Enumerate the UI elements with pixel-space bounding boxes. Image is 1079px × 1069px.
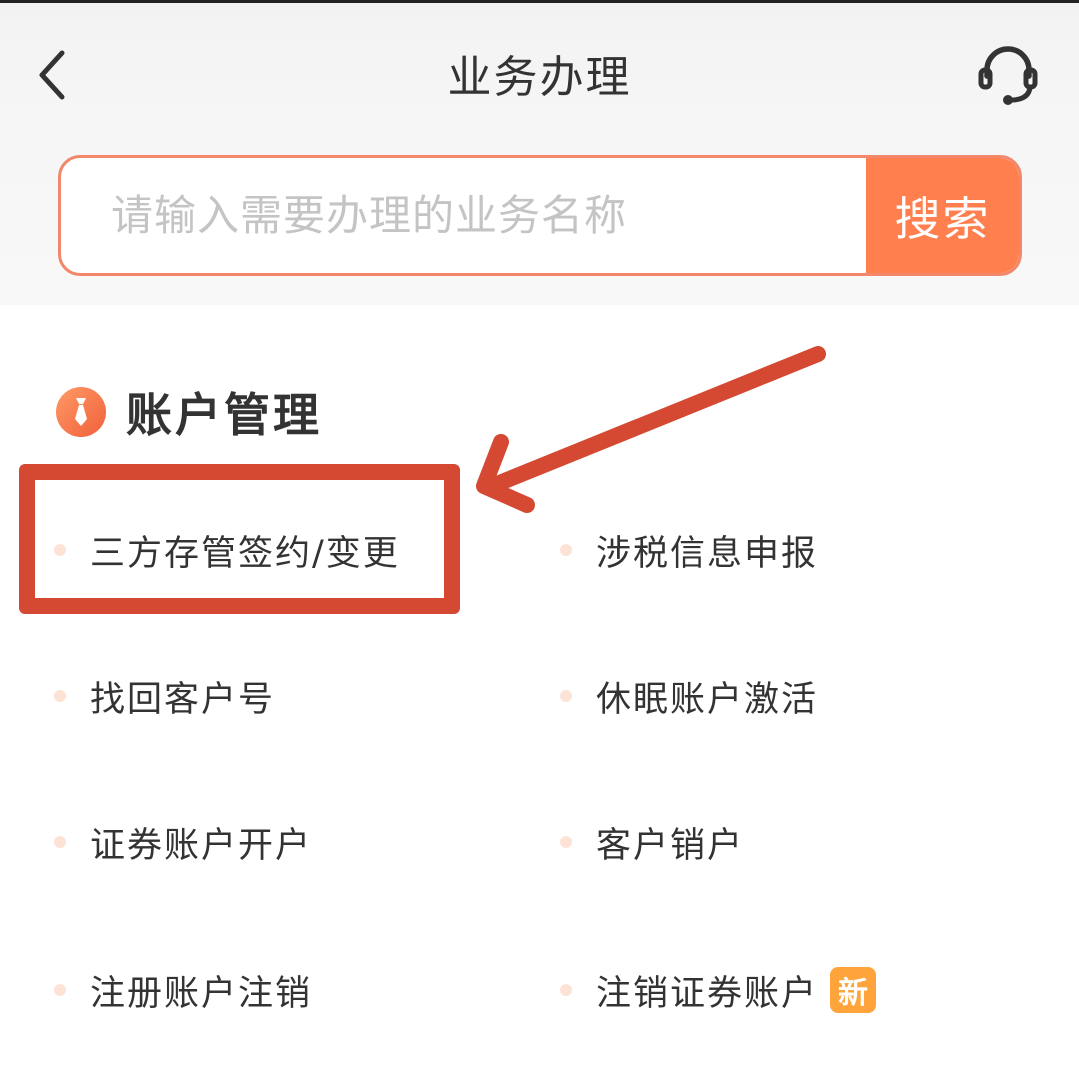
service-item-label: 注销证券账户: [596, 973, 819, 1014]
service-item-cancel-registered-account[interactable]: 注册账户注销: [54, 960, 312, 1020]
service-item-dormant-account-activation[interactable]: 休眠账户激活: [560, 666, 818, 726]
service-item-label: 三方存管签约/变更: [90, 533, 400, 574]
service-item-retrieve-customer-id[interactable]: 找回客户号: [54, 666, 275, 726]
bullet-dot: [560, 690, 572, 702]
page-title: 业务办理: [447, 52, 632, 103]
service-item-third-party-custody[interactable]: 三方存管签约/变更: [54, 520, 400, 580]
search-bar: 搜索: [58, 155, 1022, 276]
nav-bar: 业务办理: [0, 3, 1079, 128]
customer-service-button[interactable]: [968, 35, 1048, 115]
bullet-dot: [54, 544, 66, 556]
new-badge: 新: [830, 967, 877, 1013]
search-input[interactable]: [61, 158, 869, 273]
business-handling-page: 业务办理 搜索 账户管理 三方存管签约/变更 涉税信息申报: [0, 0, 1079, 1069]
bullet-dot: [560, 984, 572, 996]
service-item-close-customer-account[interactable]: 客户销户: [560, 812, 744, 872]
bullet-dot: [560, 836, 572, 848]
bullet-dot: [54, 836, 66, 848]
bullet-dot: [54, 984, 66, 996]
service-item-open-securities-account[interactable]: 证券账户开户: [54, 812, 312, 872]
service-item-label: 涉税信息申报: [596, 533, 819, 574]
bullet-dot: [54, 690, 66, 702]
service-item-label: 证券账户开户: [90, 825, 313, 866]
service-item-label: 休眠账户激活: [596, 679, 819, 720]
service-item-label: 找回客户号: [90, 679, 276, 720]
tie-icon: [56, 387, 106, 437]
service-item-cancel-securities-account[interactable]: 注销证券账户 新: [560, 960, 877, 1020]
section-header-account-management: 账户管理: [56, 380, 322, 444]
section-title: 账户管理: [126, 388, 322, 442]
service-item-label: 注册账户注销: [90, 973, 313, 1014]
service-item-tax-info-declaration[interactable]: 涉税信息申报: [560, 520, 818, 580]
service-item-label: 客户销户: [596, 825, 745, 866]
bullet-dot: [560, 544, 572, 556]
headset-icon: [978, 46, 1038, 105]
search-button[interactable]: 搜索: [866, 158, 1019, 273]
